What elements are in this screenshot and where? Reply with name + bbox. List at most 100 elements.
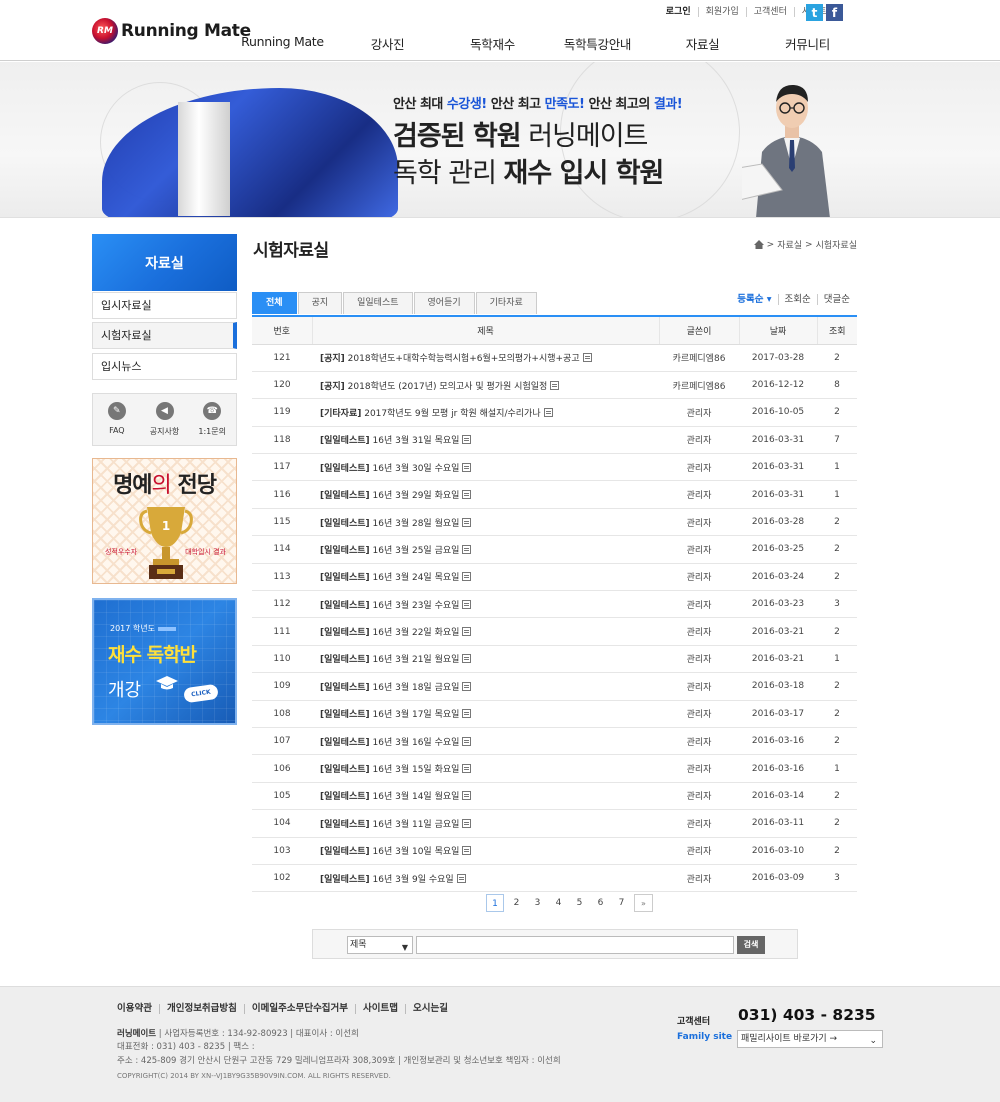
row-title-text[interactable]: 16년 3월 10일 목요일: [373, 847, 460, 857]
table-row[interactable]: 112 [일일테스트] 16년 3월 23일 수요일 관리자 2016-03-23 3: [252, 590, 857, 619]
row-title[interactable]: [일일테스트] 16년 3월 23일 수요일: [312, 590, 659, 619]
tab-notice[interactable]: 공지: [297, 292, 343, 314]
table-row[interactable]: 118 [일일테스트] 16년 3월 31일 목요일 관리자 2016-03-31 7: [252, 426, 857, 455]
row-title[interactable]: [일일테스트] 16년 3월 21일 월요일: [312, 645, 659, 674]
footer-link-email-policy[interactable]: 이메일주소무단수집거부: [243, 1004, 355, 1014]
sidebar-item-exam-resources[interactable]: 시험자료실: [92, 322, 237, 349]
promo-banner[interactable]: 2017 학년도 재수 독학반 개강 CLICK: [92, 598, 237, 725]
row-title-text[interactable]: 2017학년도 9월 모평 jr 학원 해설지/수리가나: [364, 409, 540, 419]
table-row[interactable]: 110 [일일테스트] 16년 3월 21일 월요일 관리자 2016-03-21 1: [252, 645, 857, 674]
row-title[interactable]: [일일테스트] 16년 3월 15일 화요일: [312, 754, 659, 783]
page-button-1[interactable]: 1: [486, 894, 504, 912]
site-logo[interactable]: RM Running Mate: [92, 18, 251, 44]
quick-faq[interactable]: ✎ FAQ: [93, 394, 141, 445]
nav-item-special-lecture[interactable]: 독학특강안내: [545, 34, 650, 53]
tab-english-listening[interactable]: 영어듣기: [413, 292, 475, 314]
breadcrumb-item[interactable]: 자료실: [777, 238, 802, 251]
row-title[interactable]: [일일테스트] 16년 3월 16일 수요일: [312, 727, 659, 756]
row-title[interactable]: [일일테스트] 16년 3월 17일 목요일: [312, 700, 659, 728]
row-title-text[interactable]: 16년 3월 24일 목요일: [373, 573, 460, 583]
row-title[interactable]: [일일테스트] 16년 3월 11일 금요일: [312, 809, 659, 838]
row-title-text[interactable]: 16년 3월 25일 금요일: [373, 546, 460, 556]
row-title-text[interactable]: 16년 3월 30일 수요일: [373, 464, 460, 474]
row-title[interactable]: [일일테스트] 16년 3월 14일 월요일: [312, 782, 659, 811]
row-title-text[interactable]: 16년 3월 9일 수요일: [373, 875, 454, 885]
row-title-text[interactable]: 16년 3월 18일 금요일: [373, 683, 460, 693]
sidebar-item-admission-resources[interactable]: 입시자료실: [92, 292, 237, 319]
row-title-text[interactable]: 16년 3월 15일 화요일: [373, 765, 460, 775]
table-row[interactable]: 111 [일일테스트] 16년 3월 22일 화요일 관리자 2016-03-21 2: [252, 617, 857, 646]
page-button-4[interactable]: 4: [550, 894, 567, 912]
row-title[interactable]: [일일테스트] 16년 3월 30일 수요일: [312, 453, 659, 482]
footer-link-terms[interactable]: 이용약관: [117, 1004, 159, 1014]
row-title-text[interactable]: 16년 3월 11일 금요일: [373, 820, 460, 830]
table-row[interactable]: 117 [일일테스트] 16년 3월 30일 수요일 관리자 2016-03-31 1: [252, 453, 857, 482]
page-button-7[interactable]: 7: [613, 894, 630, 912]
search-input[interactable]: [416, 936, 734, 954]
nav-item-instructors[interactable]: 강사진: [335, 34, 440, 53]
row-title[interactable]: [일일테스트] 16년 3월 22일 화요일: [312, 617, 659, 646]
row-title[interactable]: [일일테스트] 16년 3월 10일 목요일: [312, 837, 659, 865]
quick-notice[interactable]: ◀ 공지사항: [141, 394, 189, 445]
tab-daily-test[interactable]: 일일테스트: [343, 292, 413, 314]
table-row[interactable]: 115 [일일테스트] 16년 3월 28일 월요일 관리자 2016-03-28 2: [252, 508, 857, 537]
row-title[interactable]: [일일테스트] 16년 3월 24일 목요일: [312, 563, 659, 592]
table-row[interactable]: 108 [일일테스트] 16년 3월 17일 목요일 관리자 2016-03-17 2: [252, 700, 857, 728]
sidebar-item-admission-news[interactable]: 입시뉴스: [92, 353, 237, 380]
table-row[interactable]: 102 [일일테스트] 16년 3월 9일 수요일 관리자 2016-03-09 3: [252, 864, 857, 893]
row-title[interactable]: [일일테스트] 16년 3월 31일 목요일: [312, 426, 659, 455]
next-page-button[interactable]: »: [634, 894, 653, 912]
facebook-icon[interactable]: f: [826, 4, 843, 21]
signup-link[interactable]: 회원가입: [697, 7, 746, 17]
row-title-text[interactable]: 16년 3월 31일 목요일: [373, 436, 460, 446]
table-row[interactable]: 120 [공지] 2018학년도 (2017년) 모의고사 및 평가원 시험일정 카…: [252, 371, 857, 400]
search-button[interactable]: 검색: [737, 936, 765, 954]
quick-inquiry[interactable]: ☎ 1:1문의: [188, 394, 236, 445]
footer-link-sitemap[interactable]: 사이트맵: [355, 1004, 405, 1014]
row-title-text[interactable]: 16년 3월 22일 화요일: [373, 628, 460, 638]
row-title[interactable]: [일일테스트] 16년 3월 29일 화요일: [312, 480, 659, 509]
page-button-5[interactable]: 5: [571, 894, 588, 912]
family-site-select[interactable]: 패밀리사이트 바로가기 → ⌄: [737, 1030, 883, 1048]
table-row[interactable]: 113 [일일테스트] 16년 3월 24일 목요일 관리자 2016-03-24 2: [252, 563, 857, 592]
table-row[interactable]: 121 [공지] 2018학년도+대학수학능력시험+6월+모의평가+시행+공고 카르…: [252, 344, 857, 372]
row-title-text[interactable]: 16년 3월 28일 월요일: [373, 519, 460, 529]
login-link[interactable]: 로그인: [659, 7, 698, 17]
nav-item-community[interactable]: 커뮤니티: [755, 34, 860, 53]
search-field-select[interactable]: 제목 ▼: [347, 936, 413, 954]
twitter-icon[interactable]: t: [806, 4, 823, 21]
row-title-text[interactable]: 16년 3월 23일 수요일: [373, 601, 460, 611]
row-title[interactable]: [기타자료] 2017학년도 9월 모평 jr 학원 해설지/수리가나: [312, 398, 659, 427]
row-title-text[interactable]: 2018학년도+대학수학능력시험+6월+모의평가+시행+공고: [348, 354, 580, 364]
sort-by-date[interactable]: 등록순 ▾: [731, 294, 777, 305]
row-title[interactable]: [일일테스트] 16년 3월 9일 수요일: [312, 864, 659, 893]
tab-all[interactable]: 전체: [252, 292, 297, 314]
tab-other[interactable]: 기타자료: [475, 292, 537, 314]
nav-item-resources[interactable]: 자료실: [650, 34, 755, 53]
row-title-text[interactable]: 16년 3월 16일 수요일: [373, 738, 460, 748]
table-row[interactable]: 107 [일일테스트] 16년 3월 16일 수요일 관리자 2016-03-16 2: [252, 727, 857, 756]
table-row[interactable]: 116 [일일테스트] 16년 3월 29일 화요일 관리자 2016-03-31 1: [252, 480, 857, 509]
table-row[interactable]: 109 [일일테스트] 16년 3월 18일 금요일 관리자 2016-03-18 2: [252, 672, 857, 701]
row-title[interactable]: [일일테스트] 16년 3월 25일 금요일: [312, 535, 659, 564]
customer-center-link[interactable]: 고객센터: [745, 7, 794, 17]
row-title-text[interactable]: 2018학년도 (2017년) 모의고사 및 평가원 시험일정: [348, 382, 548, 392]
nav-item-self-study[interactable]: 독학재수: [440, 34, 545, 53]
sort-by-views[interactable]: 조회순: [777, 294, 817, 305]
table-row[interactable]: 114 [일일테스트] 16년 3월 25일 금요일 관리자 2016-03-25 2: [252, 535, 857, 564]
row-title-text[interactable]: 16년 3월 17일 목요일: [373, 710, 460, 720]
hall-of-fame-banner[interactable]: 명예의 전당 1 성적우수자 대학입시 결과: [92, 458, 237, 584]
table-row[interactable]: 104 [일일테스트] 16년 3월 11일 금요일 관리자 2016-03-11 2: [252, 809, 857, 838]
nav-item-running-mate[interactable]: Running Mate: [230, 34, 335, 53]
sort-by-comments[interactable]: 댓글순: [816, 294, 856, 305]
table-row[interactable]: 103 [일일테스트] 16년 3월 10일 목요일 관리자 2016-03-10 2: [252, 837, 857, 865]
row-title[interactable]: [공지] 2018학년도+대학수학능력시험+6월+모의평가+시행+공고: [312, 344, 659, 372]
table-row[interactable]: 105 [일일테스트] 16년 3월 14일 월요일 관리자 2016-03-14 2: [252, 782, 857, 811]
page-button-6[interactable]: 6: [592, 894, 609, 912]
home-icon[interactable]: [753, 240, 764, 249]
page-button-3[interactable]: 3: [529, 894, 546, 912]
row-title[interactable]: [공지] 2018학년도 (2017년) 모의고사 및 평가원 시험일정: [312, 371, 659, 400]
row-title-text[interactable]: 16년 3월 21일 월요일: [373, 655, 460, 665]
row-title-text[interactable]: 16년 3월 29일 화요일: [373, 491, 460, 501]
footer-link-privacy[interactable]: 개인정보취급방침: [158, 1004, 244, 1014]
